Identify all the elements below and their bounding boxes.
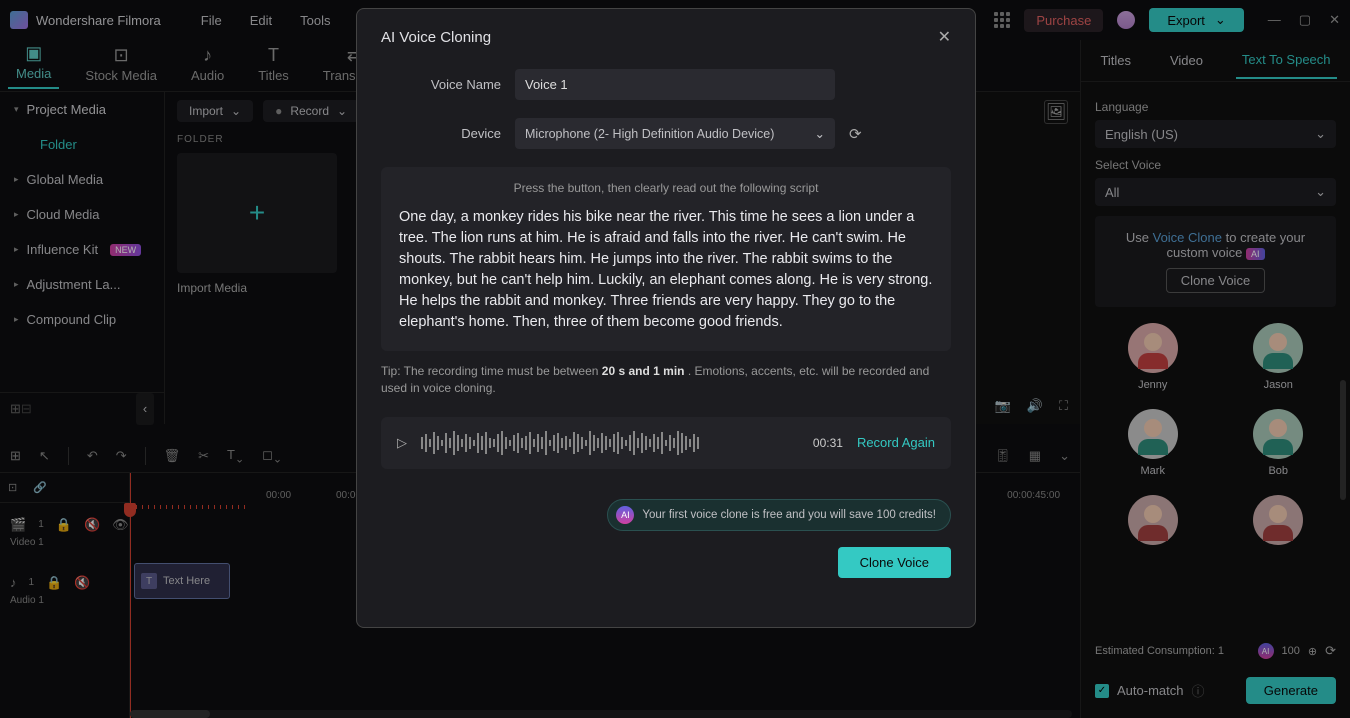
tip-bold: 20 s and 1 min (602, 364, 685, 378)
script-box: Press the button, then clearly read out … (381, 167, 951, 351)
chevron-down-icon: ⌄ (815, 126, 825, 141)
modal-title: AI Voice Cloning (381, 29, 491, 46)
recording-time: 00:31 (813, 436, 843, 450)
record-again-button[interactable]: Record Again (857, 435, 935, 450)
recording-row: ▷ 00:31 Record Again (381, 417, 951, 469)
ai-voice-cloning-modal: AI Voice Cloning ✕ Voice Name Device Mic… (356, 8, 976, 628)
play-icon[interactable]: ▷ (397, 435, 407, 451)
device-value: Microphone (2- High Definition Audio Dev… (525, 127, 774, 141)
refresh-devices-icon[interactable]: ⟳ (849, 125, 862, 143)
promo-text: Your first voice clone is free and you w… (642, 509, 936, 521)
ai-promo-icon: AI (616, 506, 634, 524)
voice-name-input[interactable] (515, 69, 835, 100)
close-icon[interactable]: ✕ (938, 27, 951, 47)
voice-name-label: Voice Name (381, 77, 501, 92)
device-select[interactable]: Microphone (2- High Definition Audio Dev… (515, 118, 835, 149)
clone-voice-button[interactable]: Clone Voice (838, 547, 951, 578)
device-label: Device (381, 126, 501, 141)
promo-pill: AI Your first voice clone is free and yo… (607, 499, 951, 531)
script-text: One day, a monkey rides his bike near th… (399, 207, 933, 333)
tip-text: Tip: The recording time must be between … (381, 363, 951, 397)
tip-pre: Tip: The recording time must be between (381, 364, 602, 378)
script-hint: Press the button, then clearly read out … (399, 181, 933, 195)
waveform[interactable] (421, 429, 799, 457)
